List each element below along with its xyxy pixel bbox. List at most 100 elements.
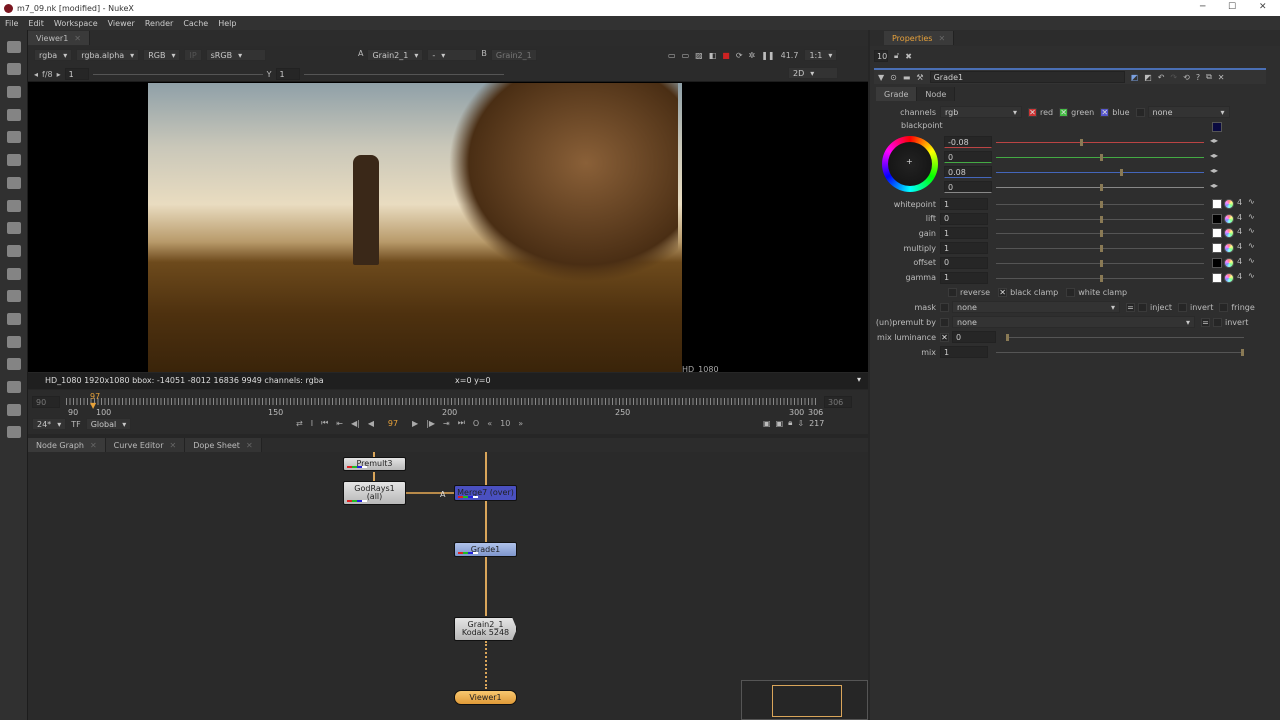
- flipbook-icon[interactable]: ▣: [763, 419, 771, 428]
- transform-toolbar-icon[interactable]: [7, 222, 21, 235]
- views-toolbar-icon[interactable]: [7, 312, 21, 325]
- expand-arrows-icon[interactable]: ◂▸: [1210, 181, 1218, 190]
- frame-slider[interactable]: [66, 398, 818, 405]
- maximize-button[interactable]: ☐: [1228, 2, 1236, 12]
- close-icon[interactable]: ✕: [170, 441, 177, 450]
- merge-toolbar-icon[interactable]: [7, 199, 21, 212]
- playback-mode-icon[interactable]: ⇄: [296, 419, 303, 428]
- gain-slider[interactable]: [92, 73, 263, 75]
- refresh-icon[interactable]: ⟳: [736, 51, 743, 60]
- gamma-slider[interactable]: [303, 73, 504, 75]
- reverse-checkbox[interactable]: [948, 288, 957, 297]
- roi-icon[interactable]: ▭: [668, 51, 676, 60]
- mix-field[interactable]: 1: [940, 346, 988, 358]
- close-icon[interactable]: ✕: [938, 34, 945, 43]
- display-dropdown[interactable]: RGB ▾: [143, 49, 181, 61]
- close-node-icon[interactable]: ✕: [1218, 73, 1225, 82]
- color-swatch[interactable]: [1212, 199, 1222, 209]
- particles-toolbar-icon[interactable]: [7, 267, 21, 280]
- expand-arrows-icon[interactable]: ◂▸: [1210, 151, 1218, 160]
- max-panels-field[interactable]: 10: [874, 50, 888, 62]
- wrench-icon[interactable]: ⚒: [916, 73, 923, 82]
- fstop-right-arrow-icon[interactable]: ▸: [57, 70, 61, 79]
- channel-count[interactable]: 4: [1237, 257, 1242, 266]
- lock-icon[interactable]: 🔒︎: [788, 418, 792, 428]
- close-icon[interactable]: ✕: [74, 34, 81, 43]
- view-mode-dropdown[interactable]: 2D ▾: [788, 67, 838, 79]
- b-input-dropdown[interactable]: Grain2_1: [490, 49, 537, 61]
- keyer-toolbar-icon[interactable]: [7, 176, 21, 189]
- param-slider[interactable]: [996, 245, 1204, 253]
- blackpoint-field[interactable]: 0: [944, 151, 992, 163]
- param-slider[interactable]: [996, 201, 1204, 208]
- tab-curve-editor[interactable]: Curve Editor ✕: [105, 438, 186, 452]
- play-backward-button[interactable]: ◀: [368, 419, 374, 428]
- animation-curve-icon[interactable]: ∿: [1248, 241, 1255, 250]
- black-clamp-checkbox[interactable]: ✕: [998, 288, 1008, 297]
- last-frame-button[interactable]: ⏭: [458, 418, 465, 428]
- tab-node[interactable]: Node: [917, 87, 956, 101]
- param-field[interactable]: 1: [940, 271, 988, 284]
- tab-grade[interactable]: Grade: [876, 87, 918, 101]
- minimap-viewport[interactable]: [772, 685, 842, 717]
- param-slider[interactable]: [996, 274, 1204, 282]
- red-checkbox[interactable]: ✕: [1028, 107, 1037, 117]
- info-expand-icon[interactable]: ▾: [857, 375, 861, 384]
- premult-checkbox[interactable]: [940, 317, 949, 327]
- color-swatch[interactable]: [1212, 213, 1222, 224]
- mask-checkbox[interactable]: [940, 302, 949, 312]
- next-frame-button[interactable]: |▶: [426, 419, 435, 428]
- close-button[interactable]: ✕: [1259, 2, 1267, 12]
- menu-viewer[interactable]: Viewer: [103, 19, 140, 28]
- ip-button[interactable]: IP: [184, 49, 202, 61]
- in-marker-button[interactable]: I: [311, 419, 313, 428]
- menu-help[interactable]: Help: [213, 19, 241, 28]
- node-name-field[interactable]: Grade1: [929, 71, 1125, 83]
- channels-dropdown[interactable]: rgb ▾: [940, 106, 1022, 118]
- alpha-dropdown[interactable]: rgba.alpha ▾: [76, 49, 140, 61]
- export-icon[interactable]: ⇩: [797, 419, 804, 428]
- node-grade1[interactable]: Grade1: [454, 542, 517, 557]
- in-point[interactable]: 90: [32, 396, 60, 408]
- color-picker-icon[interactable]: [1224, 272, 1234, 283]
- step-field[interactable]: 10: [500, 419, 510, 428]
- blue-checkbox[interactable]: ✕: [1100, 107, 1110, 117]
- color-swatch[interactable]: [1212, 272, 1222, 283]
- node-godrays1[interactable]: GodRays1 (all): [343, 481, 406, 505]
- blackpoint-slider[interactable]: [996, 154, 1204, 161]
- green-checkbox[interactable]: ✕: [1059, 107, 1069, 117]
- node-premult3[interactable]: Premult3: [343, 457, 406, 471]
- deep-toolbar-icon[interactable]: [7, 290, 21, 303]
- pause-icon[interactable]: ❚❚: [761, 51, 774, 60]
- blackpoint-field[interactable]: 0: [944, 181, 992, 193]
- mix-luminance-field[interactable]: 0: [952, 331, 996, 343]
- alpha-channel-dropdown[interactable]: none ▾: [1147, 106, 1230, 118]
- redo-icon[interactable]: ↷: [1170, 73, 1177, 82]
- menu-cache[interactable]: Cache: [178, 19, 213, 28]
- tf-dropdown[interactable]: TF: [71, 420, 81, 429]
- fringe-checkbox[interactable]: [1219, 302, 1229, 312]
- node-viewer1[interactable]: Viewer1: [454, 690, 517, 705]
- float-icon[interactable]: ⧉: [1206, 72, 1212, 82]
- channel-count[interactable]: 4: [1237, 272, 1242, 281]
- minimize-button[interactable]: ─: [1200, 2, 1205, 12]
- blackpoint-swatch[interactable]: [1212, 122, 1222, 132]
- channel-toolbar-icon[interactable]: [7, 108, 21, 121]
- mask-dropdown[interactable]: none ▾: [952, 301, 1120, 313]
- channel-count[interactable]: 4: [1237, 198, 1242, 207]
- menu-file[interactable]: File: [0, 19, 23, 28]
- channel-count[interactable]: 4: [1237, 242, 1242, 251]
- lut-dropdown[interactable]: sRGB ▾: [205, 49, 266, 61]
- out-point[interactable]: 306: [824, 396, 852, 408]
- node-merge7[interactable]: Merge7 (over): [454, 485, 517, 501]
- invert-premult-checkbox[interactable]: [1213, 317, 1222, 327]
- toolsets-toolbar-icon[interactable]: [7, 358, 21, 371]
- mix-slider[interactable]: [996, 349, 1244, 356]
- color-picker-icon[interactable]: [1224, 213, 1234, 224]
- clipping-icon[interactable]: ▨: [695, 51, 703, 60]
- prev-frame-button[interactable]: ◀|: [351, 419, 360, 428]
- param-field[interactable]: 1: [940, 227, 988, 240]
- menu-edit[interactable]: Edit: [23, 19, 49, 28]
- current-frame-field[interactable]: 97: [382, 419, 404, 428]
- color-swatch[interactable]: [1212, 243, 1222, 254]
